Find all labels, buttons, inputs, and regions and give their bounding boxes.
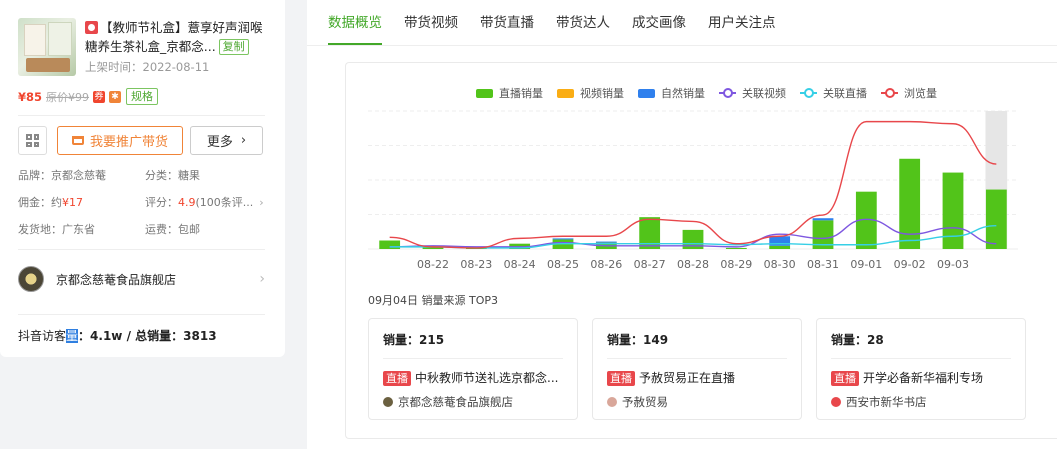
- more-button-label: 更多: [206, 135, 233, 150]
- tab-bar: 数据概览 带货视频 带货直播 带货达人 成交画像 用户关注点: [307, 0, 1057, 46]
- shop-name: 京都念慈菴食品旗舰店: [56, 272, 177, 287]
- x-tick-label: 08-31: [807, 258, 839, 271]
- tab-buyer-profile[interactable]: 成交画像: [632, 0, 686, 45]
- x-tick-label: 08-26: [590, 258, 622, 271]
- source-title[interactable]: 直播 中秋教师节送礼选京都念...: [383, 369, 563, 386]
- data-panel: 数据概览 带货视频 带货直播 带货达人 成交画像 用户关注点 直播销量 视频销量…: [307, 0, 1057, 449]
- coupon-icon: 券: [93, 90, 106, 103]
- live-tag: 直播: [383, 371, 411, 386]
- x-tick-label: 09-01: [850, 258, 882, 271]
- live-tag: 直播: [607, 371, 635, 386]
- legend-video-sales[interactable]: 视频销量: [557, 85, 624, 101]
- legend-related-live[interactable]: 关联直播: [800, 85, 867, 101]
- legend-live-sales[interactable]: 直播销量: [476, 85, 543, 101]
- bar-直播销量-08-30: [769, 245, 791, 249]
- cart-icon: [71, 136, 84, 145]
- x-tick-label: 09-03: [937, 258, 969, 271]
- source-cards: 销量：215 直播 中秋教师节送礼选京都念... 京都念慈菴食品旗舰店 销量：14…: [368, 318, 1040, 420]
- qr-code-icon: [26, 134, 39, 147]
- source-title[interactable]: 直播 开学必备新华福利专场: [831, 369, 1011, 386]
- source-sales: 销量：215: [383, 331, 563, 359]
- source-author[interactable]: 西安市新华书店: [831, 394, 1011, 410]
- bar-直播销量-09-02: [899, 158, 921, 249]
- tab-influencers[interactable]: 带货达人: [556, 0, 610, 45]
- brand: 品牌：京都念慈菴: [18, 169, 106, 182]
- avatar: [607, 397, 617, 407]
- source-card[interactable]: 销量：215 直播 中秋教师节送礼选京都念... 京都念慈菴食品旗舰店: [368, 318, 578, 420]
- product-card: 【教师节礼盒】薏享好声润喉糖养生茶礼盒_京都念... 复制 上架时间：2022-0…: [0, 0, 285, 357]
- chevron-right-icon: ›: [240, 133, 247, 148]
- x-tick-label: 08-23: [460, 258, 492, 271]
- bar-直播销量-08-21: [379, 240, 401, 249]
- avatar: [831, 397, 841, 407]
- tab-videos[interactable]: 带货视频: [404, 0, 458, 45]
- source-author[interactable]: 京都念慈菴食品旗舰店: [383, 394, 563, 410]
- legend-views[interactable]: 浏览量: [881, 85, 937, 101]
- original-price: 原价¥99: [46, 90, 90, 104]
- tab-overview[interactable]: 数据概览: [328, 0, 382, 45]
- freight: 运费：包邮: [145, 223, 200, 236]
- x-tick-label: 08-28: [677, 258, 709, 271]
- legend-related-video[interactable]: 关联视频: [719, 85, 786, 101]
- source-author[interactable]: 予赦贸易: [607, 394, 787, 410]
- chevron-right-icon: ›: [259, 271, 265, 287]
- sources-title: 09月04日 销量来源 TOP3: [368, 294, 498, 307]
- spec-button[interactable]: 规格: [126, 88, 159, 105]
- divider: [18, 115, 265, 116]
- product-attributes: 品牌：京都念慈菴 分类：糖果 佣金：约¥17 评分：4.9(100条评... › …: [18, 167, 265, 237]
- source-sales: 销量：28: [831, 331, 1011, 359]
- tab-live[interactable]: 带货直播: [480, 0, 534, 45]
- live-tag: 直播: [831, 371, 859, 386]
- listed-date: 上架时间：2022-08-11: [85, 60, 210, 74]
- promote-button-label: 我要推广带货: [89, 135, 168, 150]
- x-tick-label: 08-27: [634, 258, 666, 271]
- chart-legend: 直播销量 视频销量 自然销量 关联视频 关联直播 浏览量: [476, 85, 951, 101]
- x-tick-label: 08-25: [547, 258, 579, 271]
- bar-直播销量-09-03: [942, 172, 964, 249]
- x-tick-label: 08-30: [764, 258, 796, 271]
- category: 分类：糖果: [145, 169, 200, 182]
- shop-link[interactable]: 京都念慈菴食品旗舰店 ›: [18, 249, 265, 292]
- gift-icon: ✱: [109, 90, 122, 103]
- product-image[interactable]: [18, 18, 76, 76]
- bar-直播销量-09-04: [985, 189, 1007, 249]
- commission: 佣金：约¥17: [18, 196, 83, 209]
- product-title[interactable]: 【教师节礼盒】薏享好声润喉糖养生茶礼盒_京都念... 复制: [85, 18, 265, 56]
- bar-直播销量-08-29: [725, 247, 747, 249]
- bar-自然销量-08-26: [595, 241, 617, 243]
- avatar: [383, 397, 393, 407]
- bar-自然销量-08-25: [552, 238, 574, 240]
- source-card[interactable]: 销量：149 直播 予赦贸易正在直播 予赦贸易: [592, 318, 802, 420]
- source-sales: 销量：149: [607, 331, 787, 359]
- legend-natural-sales[interactable]: 自然销量: [638, 85, 705, 101]
- source-title[interactable]: 直播 予赦贸易正在直播: [607, 369, 787, 386]
- price: ¥85: [18, 89, 43, 104]
- douyin-store-icon: [85, 21, 98, 34]
- tab-user-focus[interactable]: 用户关注点: [708, 0, 776, 45]
- promote-button[interactable]: 我要推广带货: [57, 126, 183, 155]
- copy-button[interactable]: 复制: [218, 39, 249, 55]
- chevron-right-icon: ›: [259, 196, 264, 209]
- bar-自然销量-08-31: [812, 218, 834, 221]
- x-tick-label: 09-02: [894, 258, 926, 271]
- x-tick-label: 08-29: [720, 258, 752, 271]
- rating[interactable]: 评分：4.9(100条评... ›: [145, 194, 265, 210]
- chart-container: 直播销量 视频销量 自然销量 关联视频 关联直播 浏览量 08-22 08-23 0…: [345, 62, 1057, 439]
- source-card[interactable]: 销量：28 直播 开学必备新华福利专场 西安市新华书店: [816, 318, 1026, 420]
- sales-stats: 抖音访客量：4.1w / 总销量：3813: [18, 314, 265, 344]
- sales-chart[interactable]: 08-22 08-23 08-24 08-25 08-26 08-27 08-28 08-29…: [346, 101, 1036, 291]
- ship-from: 发货地：广东省: [18, 223, 95, 236]
- more-button[interactable]: 更多 ›: [190, 126, 263, 155]
- x-tick-label: 08-24: [504, 258, 536, 271]
- qr-code-button[interactable]: [18, 126, 47, 155]
- shop-logo: [18, 266, 44, 292]
- x-tick-label: 08-22: [417, 258, 449, 271]
